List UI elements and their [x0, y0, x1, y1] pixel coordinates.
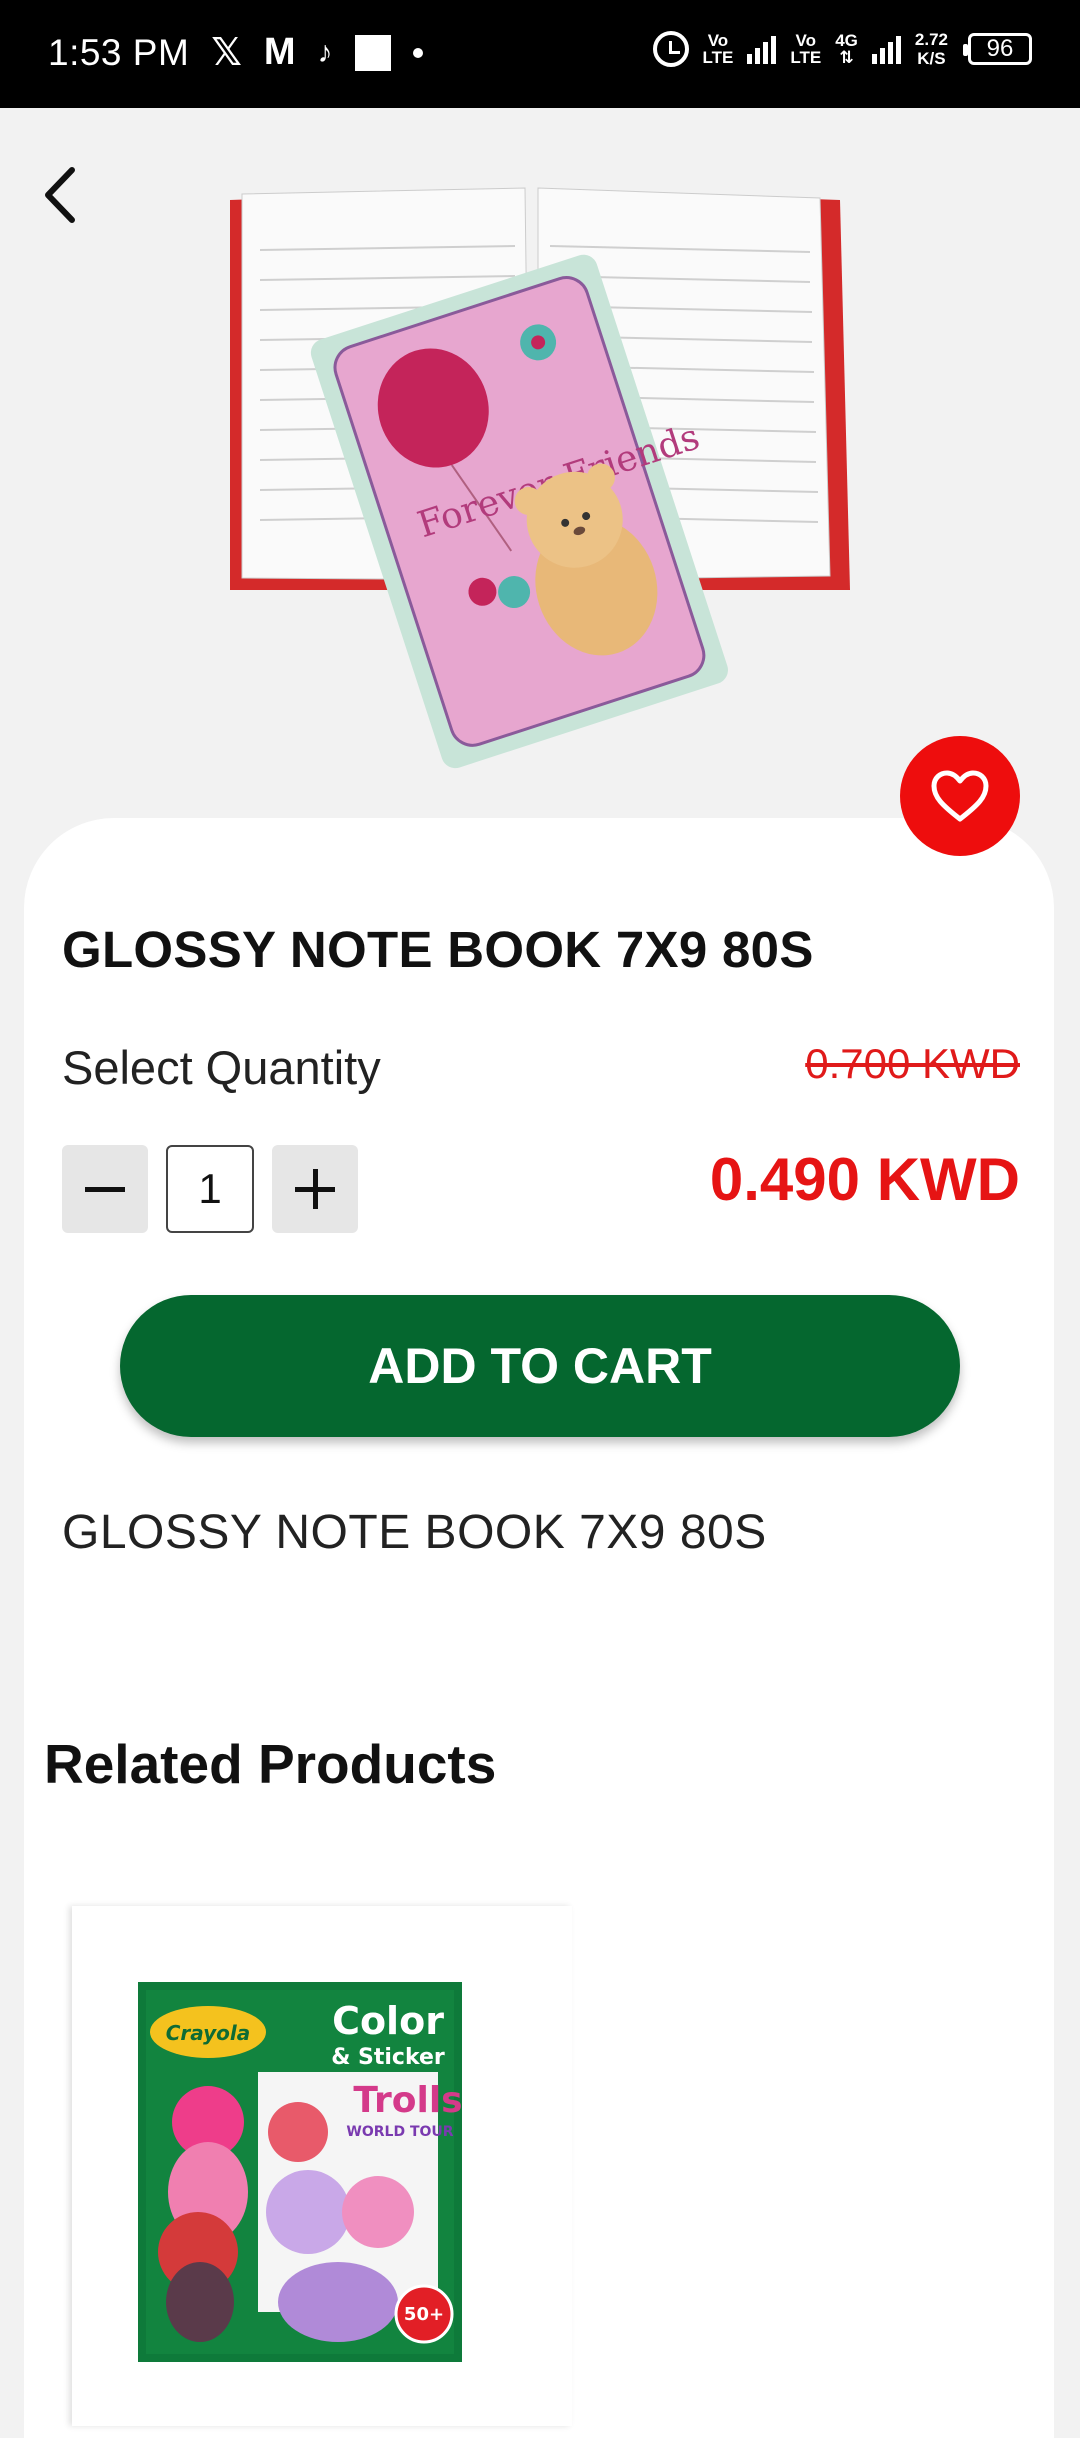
related-title-line2: & Sticker — [331, 2045, 445, 2070]
status-time: 1:53 PM — [48, 31, 190, 73]
chevron-left-icon — [45, 167, 75, 223]
minus-icon — [85, 1186, 125, 1192]
back-button[interactable] — [36, 160, 84, 230]
battery-icon: 96 — [963, 33, 1032, 65]
favorite-button[interactable] — [900, 736, 1020, 856]
gmail-icon: M — [263, 31, 296, 73]
related-series: Trolls — [353, 2080, 462, 2121]
original-price: 0.700 KWD — [805, 1040, 1020, 1087]
product-description: GLOSSY NOTE BOOK 7X9 80S — [62, 1506, 767, 1559]
signal-icon-2 — [871, 34, 901, 64]
volte-indicator-2: Vo LTE — [790, 31, 822, 67]
related-brand: Crayola — [166, 2021, 251, 2045]
quantity-input[interactable]: 1 — [166, 1145, 254, 1233]
quantity-decrease-button[interactable] — [62, 1145, 148, 1233]
related-subtitle: WORLD TOUR — [346, 2124, 453, 2140]
alarm-icon — [652, 31, 689, 67]
related-product-image[interactable]: Crayola Color & Sticker Trolls WORLD TOU… — [138, 1982, 462, 2362]
signal-icon-1 — [747, 34, 777, 64]
related-title-line1: Color — [332, 1999, 444, 2043]
heart-icon — [931, 770, 989, 822]
related-badge: 50+ — [404, 2304, 444, 2325]
add-to-cart-button[interactable]: ADD TO CART — [120, 1295, 960, 1437]
quantity-increase-button[interactable] — [272, 1145, 358, 1233]
volte-indicator-1: Vo LTE — [702, 31, 734, 67]
more-notifications-dot-icon — [412, 47, 423, 58]
related-products-heading: Related Products — [44, 1733, 497, 1795]
sale-price: 0.490 KWD — [709, 1146, 1020, 1213]
status-bar: 1:53 PM 𝕏 M ♪ Vo LTE Vo LTE 4G ⇅ 2.72 K/… — [0, 0, 1080, 108]
product-title: GLOSSY NOTE BOOK 7X9 80S — [62, 921, 814, 978]
tiktok-icon: ♪ — [317, 35, 333, 69]
network-speed: 2.72 K/S — [914, 30, 948, 68]
network-type-indicator: 4G ⇅ — [835, 31, 858, 67]
x-app-icon: 𝕏 — [211, 32, 242, 74]
notification-square-icon — [354, 34, 391, 71]
product-image: Forever Friends — [230, 187, 850, 769]
select-quantity-label: Select Quantity — [62, 1041, 381, 1094]
